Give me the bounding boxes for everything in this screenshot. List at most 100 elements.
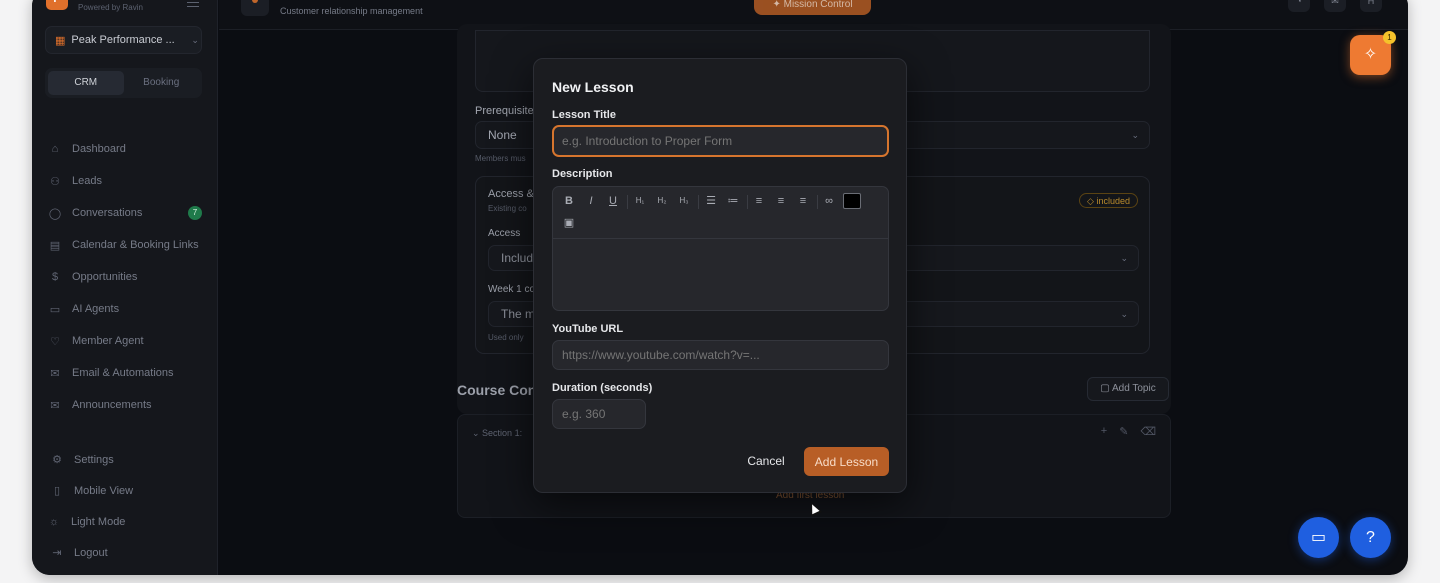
tab-crm[interactable]: CRM <box>48 71 124 95</box>
sidebar-item-label: AI Agents <box>72 303 120 315</box>
gear-icon: ⚙ <box>52 454 62 466</box>
access-title: Access & <box>488 188 534 200</box>
sidebar-item-logout[interactable]: ⇥ Logout <box>50 537 210 568</box>
mail-icon: ✉ <box>50 367 60 380</box>
dialog-title: New Lesson <box>552 79 634 95</box>
heading2-button[interactable]: H₂ <box>654 193 670 209</box>
plus-icon[interactable]: + <box>1101 425 1107 438</box>
notification-badge: 1 <box>1383 31 1396 44</box>
brand-logo[interactable]: P <box>46 0 68 10</box>
sidebar-item-member-agent[interactable]: ♡ Member Agent <box>48 325 208 357</box>
sidebar-item-announcements[interactable]: ✉ Announcements <box>48 389 208 421</box>
sidebar-item-mobile-view[interactable]: ▯ Mobile View <box>50 475 210 506</box>
week-value: The m <box>501 307 536 321</box>
duration-input[interactable] <box>552 399 646 429</box>
youtube-url-input[interactable] <box>552 340 889 370</box>
underline-button[interactable]: U <box>605 193 621 209</box>
sidebar-item-conversations[interactable]: ◯ Conversations 7 <box>48 197 208 229</box>
sun-icon: ☼ <box>48 515 60 528</box>
sidebar-item-label: Leads <box>72 175 102 187</box>
prerequisite-help: Members mus <box>475 154 526 163</box>
chevron-down-icon: ⌄ <box>1120 253 1128 263</box>
brand-subtitle: Powered by Ravin <box>78 3 143 12</box>
sidebar-item-settings[interactable]: ⚙ Settings <box>50 444 210 475</box>
sparkle-icon: ✧ <box>1363 46 1378 63</box>
heading1-button[interactable]: H₁ <box>632 193 648 209</box>
heart-icon: ♡ <box>50 335 60 348</box>
add-topic-button[interactable]: ▢ Add Topic <box>1087 377 1169 401</box>
sidebar-item-label: Email & Automations <box>72 367 174 379</box>
app-icon <box>241 0 269 16</box>
help-button[interactable]: ? <box>1350 517 1391 558</box>
mission-control-button[interactable]: ✦ Mission Control <box>754 0 871 15</box>
mail-icon[interactable]: ✉ <box>1324 0 1346 12</box>
sidebar-item-label: Member Agent <box>72 335 144 347</box>
chat-icon: ▭ <box>1310 529 1327 546</box>
calendar-icon: ▤ <box>49 239 61 252</box>
bullet-list-icon[interactable]: ☰ <box>703 193 719 209</box>
tab-booking[interactable]: Booking <box>124 71 200 95</box>
sidebar-item-label: Opportunities <box>72 271 138 283</box>
cancel-button[interactable]: Cancel <box>736 447 796 475</box>
ai-assistant-button[interactable]: ✧ 1 <box>1350 31 1396 75</box>
description-editor[interactable]: B I U H₁ H₂ H₃ ☰ ≔ ≡ ≡ ≡ ∞ ▣ <box>552 186 889 311</box>
text-color-picker[interactable] <box>843 193 861 209</box>
section-actions: + ✎ ⌫ <box>1101 425 1156 438</box>
editor-toolbar: B I U H₁ H₂ H₃ ☰ ≔ ≡ ≡ ≡ ∞ ▣ <box>553 187 888 239</box>
new-lesson-dialog: New Lesson Lesson Title Description B I … <box>533 58 907 493</box>
link-icon[interactable]: ∞ <box>821 193 837 209</box>
lesson-title-label: Lesson Title <box>552 109 616 121</box>
sidebar-item-label: Logout <box>74 546 108 559</box>
description-label: Description <box>552 168 613 180</box>
sidebar-item-label: Calendar & Booking Links <box>72 239 199 251</box>
prerequisite-value: None <box>488 128 517 142</box>
avatar[interactable]: H <box>1360 0 1382 12</box>
sidebar-item-leads[interactable]: ⚇ Leads <box>48 165 208 197</box>
app-subtitle: Customer relationship management <box>280 6 423 16</box>
workspace-name: Peak Performance ... <box>71 34 175 46</box>
youtube-url-label: YouTube URL <box>552 323 624 335</box>
week-label: Week 1 co <box>488 284 536 295</box>
conversations-badge: 7 <box>188 206 202 220</box>
sidebar-bottom-nav: ⚙ Settings ▯ Mobile View ☼ Light Mode ⇥ Logo… <box>47 444 210 568</box>
week-help: Used only <box>488 333 524 342</box>
trash-icon[interactable]: ⌫ <box>1140 425 1156 438</box>
toolbar-divider <box>747 195 748 209</box>
sidebar-item-calendar[interactable]: ▤ Calendar & Booking Links <box>48 229 208 261</box>
numbered-list-icon[interactable]: ≔ <box>725 193 741 209</box>
sidebar-item-opportunities[interactable]: $ Opportunities <box>48 261 208 293</box>
sidebar-item-light-mode[interactable]: ☼ Light Mode <box>47 506 210 537</box>
monitor-icon: ▭ <box>49 303 61 316</box>
align-center-icon[interactable]: ≡ <box>773 193 789 209</box>
add-lesson-button[interactable]: Add Lesson <box>804 447 889 476</box>
section-title: Section 1: <box>482 428 523 438</box>
sidebar-item-label: Conversations <box>72 207 143 219</box>
top-actions: ◔ ✉ H <box>1288 0 1382 12</box>
home-icon: ⌂ <box>51 143 59 155</box>
italic-button[interactable]: I <box>583 193 599 209</box>
mission-control-label: Mission Control <box>783 0 853 10</box>
building-icon: ▦ <box>55 34 66 47</box>
image-icon[interactable]: ▣ <box>561 215 577 231</box>
bell-icon[interactable]: ◔ <box>1288 0 1310 12</box>
heading3-button[interactable]: H₃ <box>676 193 692 209</box>
bold-button[interactable]: B <box>561 193 577 209</box>
add-topic-label: Add Topic <box>1111 383 1156 394</box>
sidebar-item-label: Light Mode <box>71 515 126 528</box>
sidebar-item-label: Announcements <box>72 399 152 411</box>
section-label: ⌄ Section 1: <box>472 428 523 438</box>
sidebar-item-ai-agents[interactable]: ▭ AI Agents <box>48 293 208 325</box>
lesson-title-input[interactable] <box>552 125 889 157</box>
sidebar-item-dashboard[interactable]: ⌂ Dashboard <box>48 133 208 165</box>
duration-label: Duration (seconds) <box>552 382 653 394</box>
sidebar-nav: ⌂ Dashboard ⚇ Leads ◯ Conversations 7 ▤ Calen… <box>48 133 208 421</box>
sidebar-item-label: Dashboard <box>72 143 126 155</box>
menu-icon[interactable] <box>187 0 199 7</box>
workspace-selector[interactable]: ▦ Peak Performance ... ⌄ <box>45 26 202 54</box>
course-content-title: Course Cont <box>457 382 541 398</box>
chat-button[interactable]: ▭ <box>1298 517 1339 558</box>
pencil-icon[interactable]: ✎ <box>1119 425 1128 438</box>
align-left-icon[interactable]: ≡ <box>751 193 767 209</box>
align-right-icon[interactable]: ≡ <box>795 193 811 209</box>
sidebar-item-email[interactable]: ✉ Email & Automations <box>48 357 208 389</box>
